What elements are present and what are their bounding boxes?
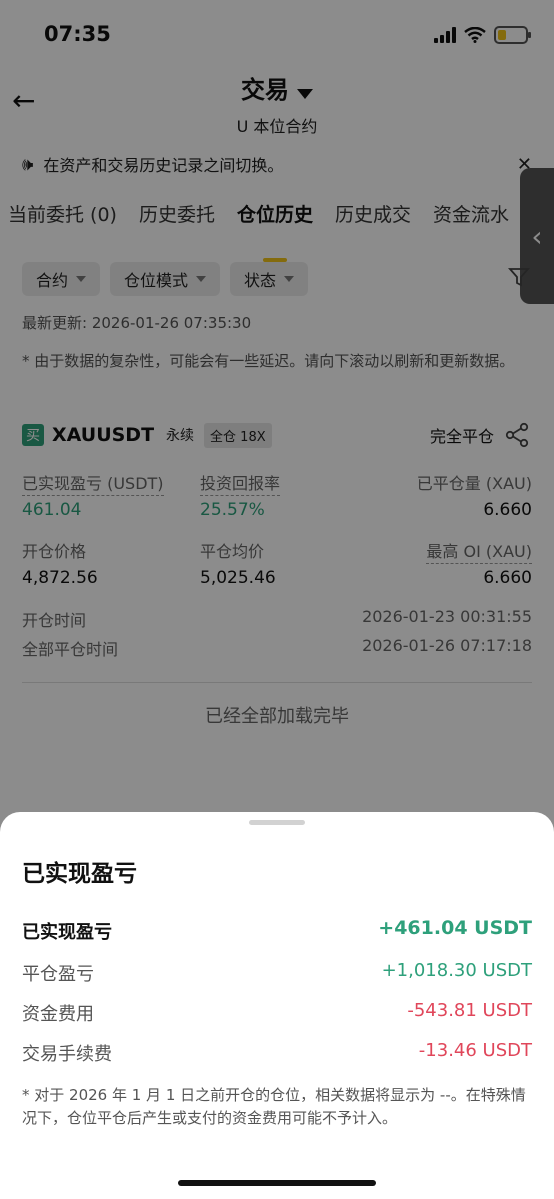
sheet-grabber[interactable] (249, 820, 305, 825)
close-pnl-row-value: +1,018.30 USDT (381, 960, 532, 981)
funding-fee-row-label: 资金费用 (22, 1004, 94, 1025)
pnl-bottom-sheet: 已实现盈亏 已实现盈亏 +461.04 USDT 平仓盈亏 +1,018.30 … (0, 812, 554, 1199)
realized-pnl-row-value: +461.04 USDT (378, 917, 532, 939)
realized-pnl-row-label: 已实现盈亏 (22, 922, 112, 943)
trading-fee-row-value: -13.46 USDT (418, 1040, 532, 1061)
funding-fee-row-value: -543.81 USDT (407, 1000, 532, 1021)
sheet-footnote: * 对于 2026 年 1 月 1 日之前开仓的仓位，相关数据将显示为 --。在… (22, 1086, 526, 1127)
trading-fee-row-label: 交易手续费 (22, 1044, 112, 1065)
home-indicator (178, 1180, 376, 1186)
close-pnl-row-label: 平仓盈亏 (22, 964, 94, 985)
sheet-title: 已实现盈亏 (22, 861, 137, 887)
